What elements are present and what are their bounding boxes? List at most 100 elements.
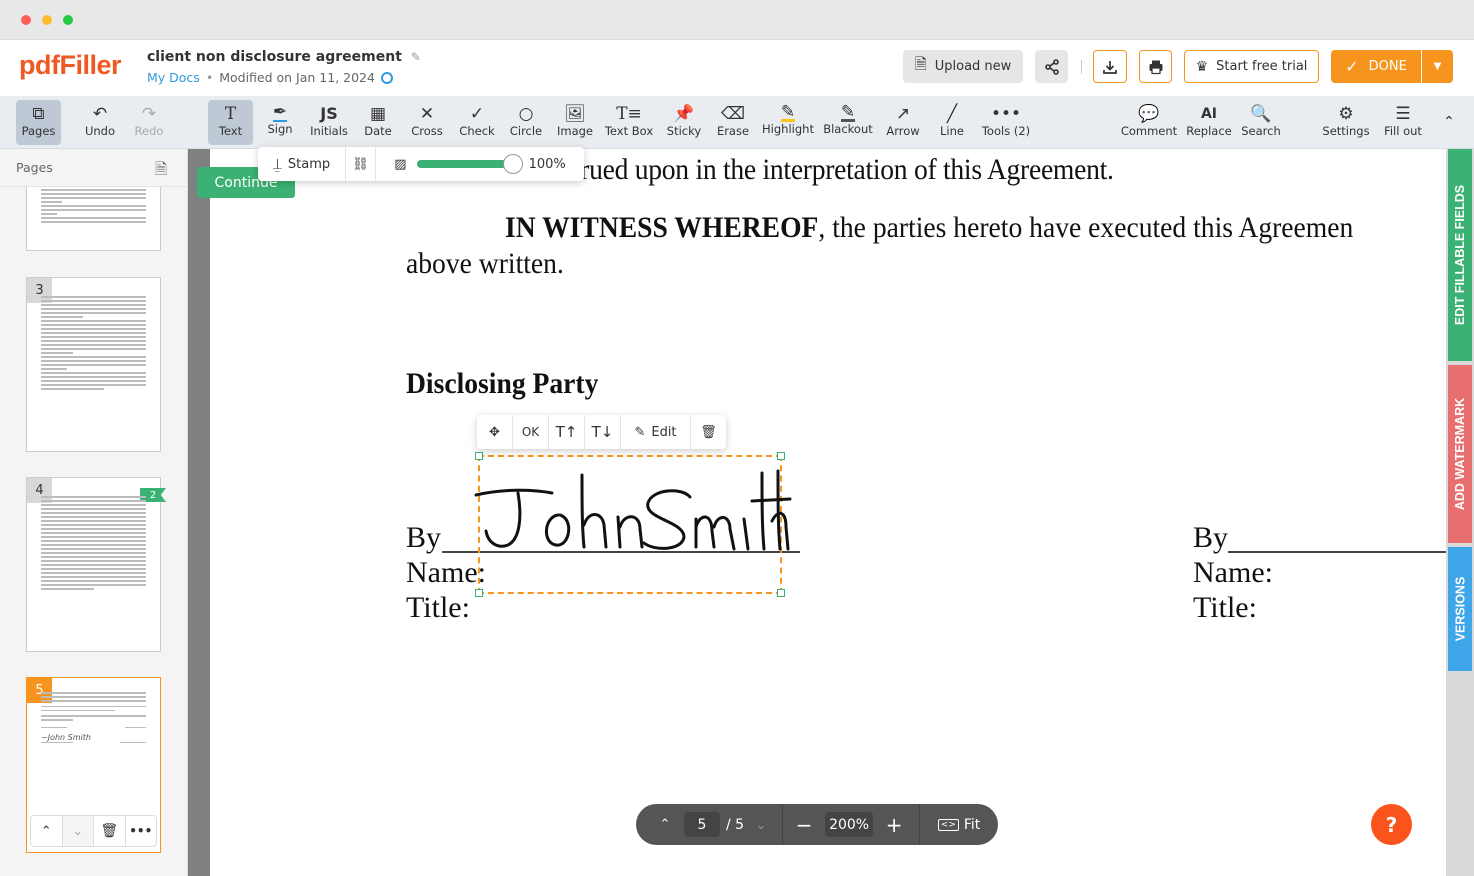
text-box-tool[interactable]: T≡ Text Box: [603, 100, 655, 145]
settings-tool[interactable]: ⚙ Settings: [1322, 100, 1370, 145]
witness-bold-text: IN WITNESS WHEREOF: [505, 211, 819, 244]
more-tools-label: Tools (2): [981, 124, 1031, 138]
document-title[interactable]: client non disclosure agreement ✎: [147, 49, 421, 65]
page-more-options-button[interactable]: •••: [126, 816, 157, 846]
arrow-tool[interactable]: ↗ Arrow: [884, 100, 922, 145]
blackout-tool[interactable]: ✎ Blackout: [823, 100, 873, 145]
page-thumbnail-5[interactable]: 5 ~John Smith ⌃ ⌄ 🗑 •••: [26, 677, 161, 853]
opacity-slider-handle[interactable]: [502, 154, 523, 174]
current-page-input[interactable]: 5: [684, 812, 720, 837]
done-options-dropdown[interactable]: ▼: [1422, 50, 1453, 83]
versions-tab[interactable]: VERSIONS: [1448, 547, 1472, 671]
help-button[interactable]: ?: [1371, 804, 1412, 845]
initials-tool[interactable]: JS Initials: [308, 100, 350, 145]
name-label-right: Name:: [1193, 556, 1273, 589]
download-button[interactable]: [1093, 50, 1127, 83]
page-thumbnail-3[interactable]: 3: [26, 277, 161, 452]
page-settings-icon[interactable]: 🗎: [155, 159, 167, 184]
more-tools-button[interactable]: ••• Tools (2): [980, 100, 1032, 145]
text-tool[interactable]: T Text: [208, 100, 253, 145]
collapse-toolbar-button[interactable]: ⌃: [1438, 100, 1460, 145]
fill-out-tool[interactable]: ☰ Fill out: [1381, 100, 1425, 145]
move-page-down-button[interactable]: ⌄: [62, 816, 94, 846]
erase-tool[interactable]: ⌫ Erase: [714, 100, 752, 145]
my-docs-link[interactable]: My Docs: [147, 70, 200, 85]
line-tool[interactable]: ╱ Line: [935, 100, 969, 145]
move-page-up-button[interactable]: ⌃: [31, 816, 63, 846]
text-box-tool-label: Text Box: [604, 124, 654, 138]
edit-signature-button[interactable]: ✎ Edit: [621, 415, 691, 449]
stamp-button[interactable]: ⍊ Stamp: [258, 147, 346, 181]
zoom-in-button[interactable]: +: [873, 813, 915, 837]
redo-tool[interactable]: ↷ Redo: [130, 100, 168, 145]
previous-page-button[interactable]: ⌃: [636, 817, 684, 832]
circle-tool-label: Circle: [509, 124, 543, 138]
maximize-window-button[interactable]: [63, 15, 73, 25]
circle-icon: ○: [518, 104, 534, 124]
decrease-size-button[interactable]: T↓: [585, 415, 621, 449]
check-tool[interactable]: ✓ Check: [457, 100, 497, 145]
ok-button[interactable]: OK: [513, 415, 549, 449]
resize-handle-bottom-left[interactable]: [475, 589, 483, 597]
sidebar-splitter[interactable]: [188, 149, 210, 876]
pages-tool[interactable]: ⧉ Pages: [16, 100, 61, 145]
pushpin-icon: 📌: [673, 104, 695, 124]
text-tool-label: Text: [218, 124, 243, 138]
start-free-trial-button[interactable]: ♛ Start free trial: [1184, 50, 1319, 83]
move-signature-button[interactable]: ✥: [477, 415, 513, 449]
stamp-label: Stamp: [287, 156, 331, 172]
document-canvas[interactable]: be used or construed upon in the interpr…: [210, 149, 1446, 876]
circle-tool[interactable]: ○ Circle: [507, 100, 545, 145]
edit-fillable-fields-tab[interactable]: EDIT FILLABLE FIELDS: [1448, 149, 1472, 361]
separator-dot: •: [205, 70, 214, 85]
fit-width-icon: <>: [937, 818, 959, 831]
close-window-button[interactable]: [21, 15, 31, 25]
signature-toolbar: ✥ OK T↑ T↓ ✎ Edit 🗑: [477, 415, 726, 449]
sticky-tool-label: Sticky: [666, 124, 702, 138]
replace-tool[interactable]: AI Replace: [1186, 100, 1232, 145]
date-tool[interactable]: ▦ Date: [360, 100, 396, 145]
highlight-tool-label: Highlight: [762, 122, 814, 136]
highlight-tool[interactable]: ✎ Highlight: [762, 100, 814, 145]
upload-new-button[interactable]: 🗎 Upload new: [903, 50, 1023, 83]
image-tool-label: Image: [556, 124, 594, 138]
search-tool-label: Search: [1241, 124, 1281, 138]
increase-size-button[interactable]: T↑: [549, 415, 585, 449]
resize-handle-top-right[interactable]: [777, 452, 785, 460]
initials-icon: JS: [320, 104, 338, 123]
minimize-window-button[interactable]: [42, 15, 52, 25]
done-button[interactable]: ✓ DONE: [1331, 50, 1421, 83]
pencil-icon[interactable]: ✎: [411, 50, 421, 64]
delete-page-button[interactable]: 🗑: [94, 816, 126, 846]
clock-icon[interactable]: [380, 71, 393, 84]
image-tool[interactable]: 🖼 Image: [555, 100, 595, 145]
print-button[interactable]: [1139, 50, 1172, 83]
search-tool[interactable]: 🔍 Search: [1240, 100, 1282, 145]
sign-tool[interactable]: ✒ Sign: [262, 100, 298, 145]
zoom-level-input[interactable]: 200%: [825, 812, 874, 837]
share-button[interactable]: [1035, 50, 1068, 83]
add-watermark-tab[interactable]: ADD WATERMARK: [1448, 365, 1472, 543]
link-button[interactable]: ⛓: [346, 147, 376, 181]
sign-tool-label: Sign: [267, 122, 293, 136]
sticky-tool[interactable]: 📌 Sticky: [665, 100, 703, 145]
undo-tool[interactable]: ↶ Undo: [80, 100, 120, 145]
resize-handle-top-left[interactable]: [475, 452, 483, 460]
zoom-out-button[interactable]: −: [783, 813, 825, 837]
thumbnail-text-lines: [41, 296, 146, 392]
cross-tool[interactable]: ✕ Cross: [408, 100, 446, 145]
signature-field[interactable]: [474, 452, 792, 597]
fit-label: Fit: [963, 816, 981, 833]
page-thumbnail-2[interactable]: [26, 187, 161, 251]
fit-button[interactable]: <> Fit: [920, 817, 998, 833]
pencil-icon: ✎: [634, 424, 646, 440]
resize-handle-bottom-right[interactable]: [777, 589, 785, 597]
pages-sidebar-header: Pages 🗎: [0, 149, 187, 187]
comment-tool[interactable]: 💬 Comment: [1121, 100, 1177, 145]
next-page-button[interactable]: ⌄: [744, 818, 778, 832]
delete-signature-button[interactable]: 🗑: [691, 415, 726, 449]
pdffiller-logo[interactable]: pdfFiller: [19, 50, 122, 81]
redo-icon: ↷: [141, 104, 157, 124]
page-thumbnail-4[interactable]: 4 2: [26, 477, 166, 652]
opacity-slider[interactable]: [416, 154, 523, 174]
